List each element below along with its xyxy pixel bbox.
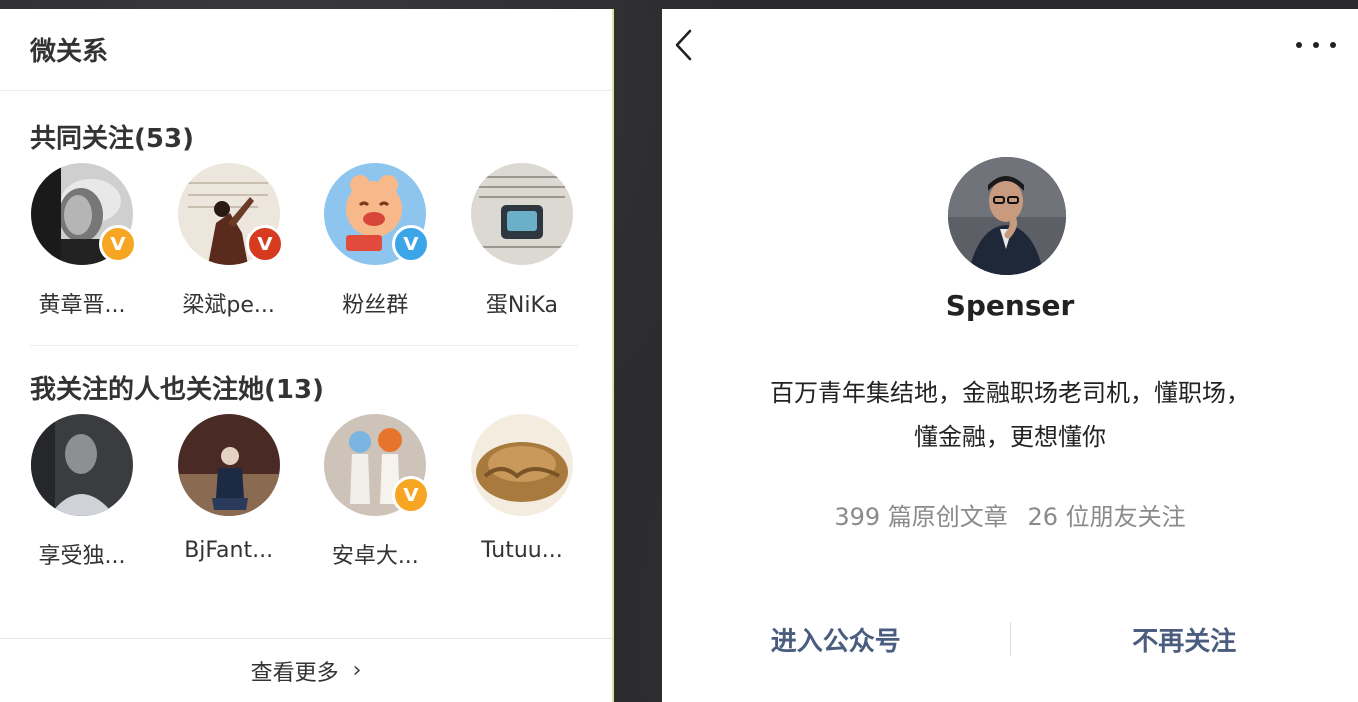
avatar[interactable]: V [324, 414, 431, 516]
common-follow-section: 共同关注(53) V 黄章晋... V 梁斌pe... V 粉丝群 蛋NiKa [0, 109, 612, 346]
official-account-panel: Spenser 百万青年集结地，金融职场老司机，懂职场， 懂金融，更想懂你 39… [662, 9, 1358, 702]
account-description: 百万青年集结地，金融职场老司机，懂职场， 懂金融，更想懂你 [722, 371, 1298, 459]
user-card[interactable]: V 黄章晋... [30, 163, 137, 319]
view-more-label: 查看更多 [250, 660, 339, 686]
user-name: 梁斌pe... [182, 293, 275, 318]
common-follow-avatars: V 黄章晋... V 梁斌pe... V 粉丝群 蛋NiKa [30, 163, 578, 319]
user-name: Tutuu... [481, 538, 563, 563]
description-line: 百万青年集结地，金融职场老司机，懂职场， [770, 379, 1250, 407]
avatar[interactable]: V [31, 163, 137, 265]
friend-follow-count: 26 位朋友关注 [1027, 503, 1186, 531]
panel-header: 微关系 [0, 9, 612, 91]
avatar[interactable]: V [177, 163, 284, 265]
user-card[interactable]: 享受独... [30, 414, 134, 570]
section-divider [30, 345, 578, 346]
chevron-right-icon: › [352, 658, 362, 683]
user-name: 享受独... [38, 544, 126, 569]
common-follow-title[interactable]: 共同关注(53) [30, 109, 578, 163]
user-card[interactable]: V 安卓大... [323, 414, 431, 570]
user-card[interactable]: V 梁斌pe... [177, 163, 284, 319]
verified-badge-icon: V [99, 225, 137, 263]
avatar[interactable] [31, 414, 133, 516]
user-name: 黄章晋... [38, 293, 126, 318]
unfollow-button[interactable]: 不再关注 [1011, 621, 1358, 658]
verified-badge-icon: V [392, 476, 431, 514]
user-name: 粉丝群 [342, 293, 409, 318]
also-follow-title[interactable]: 我关注的人也关注她(13) [30, 360, 578, 414]
verified-badge-icon: V [392, 225, 431, 263]
profile-avatar [948, 157, 1066, 275]
avatar[interactable] [470, 163, 573, 265]
user-card[interactable]: 蛋NiKa [470, 163, 574, 319]
also-follow-section: 我关注的人也关注她(13) 享受独... BjFant... V 安卓大... … [0, 360, 612, 570]
panel-title: 微关系 [30, 37, 109, 67]
user-name: 蛋NiKa [485, 293, 559, 318]
enter-account-button[interactable]: 进入公众号 [662, 621, 1010, 658]
user-card[interactable]: BjFant... [177, 414, 281, 570]
more-dots-icon[interactable] [1296, 37, 1336, 53]
user-card[interactable]: V 粉丝群 [323, 163, 431, 319]
avatar[interactable] [177, 414, 280, 516]
account-stats: 399 篇原创文章 26 位朋友关注 [662, 497, 1358, 532]
avatar[interactable]: V [324, 163, 431, 265]
verified-badge-icon: V [245, 225, 284, 263]
user-name: 安卓大... [331, 544, 419, 569]
article-count: 399 篇原创文章 [834, 503, 1008, 531]
chevron-left-icon[interactable] [672, 27, 696, 63]
view-more-button[interactable]: 查看更多 › [0, 638, 612, 702]
user-card[interactable]: Tutuu... [470, 414, 574, 570]
account-name: Spenser [945, 289, 1075, 322]
description-line: 懂金融，更想懂你 [914, 423, 1106, 451]
also-follow-avatars: 享受独... BjFant... V 安卓大... Tutuu... [30, 414, 578, 570]
user-name: BjFant... [184, 538, 274, 563]
action-bar: 进入公众号 不再关注 [662, 615, 1358, 663]
relations-panel: 微关系 共同关注(53) V 黄章晋... V 梁斌pe... V 粉丝群 蛋N… [0, 9, 614, 702]
avatar[interactable] [470, 414, 573, 516]
